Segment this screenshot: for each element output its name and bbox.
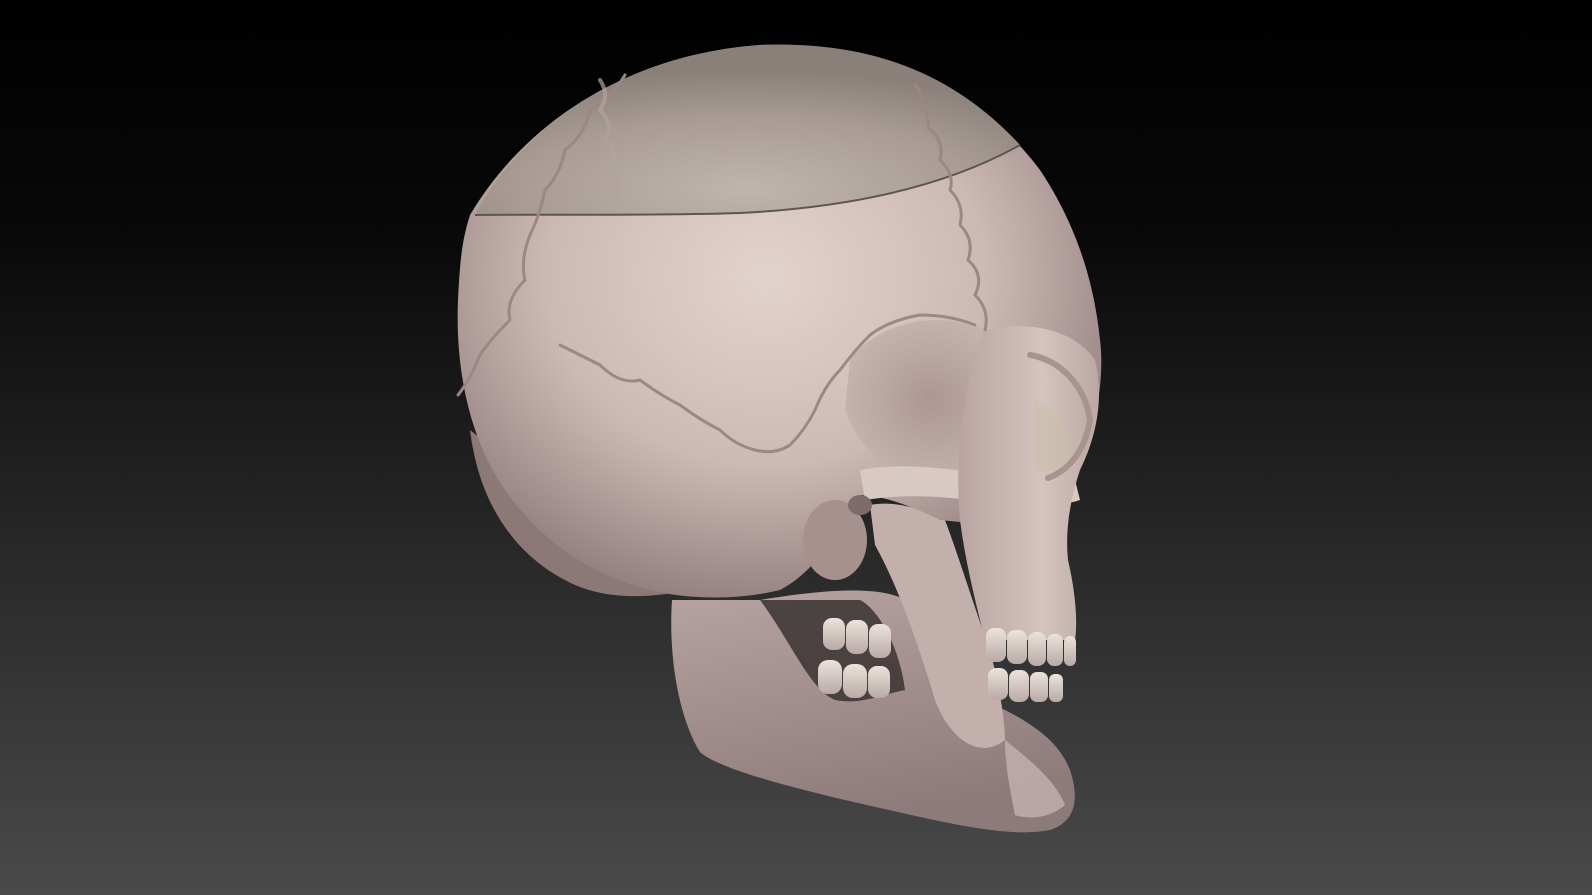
3d-viewport[interactable]: [0, 0, 1592, 895]
ear-canal: [848, 495, 872, 515]
viewport-canvas[interactable]: [0, 0, 1592, 895]
